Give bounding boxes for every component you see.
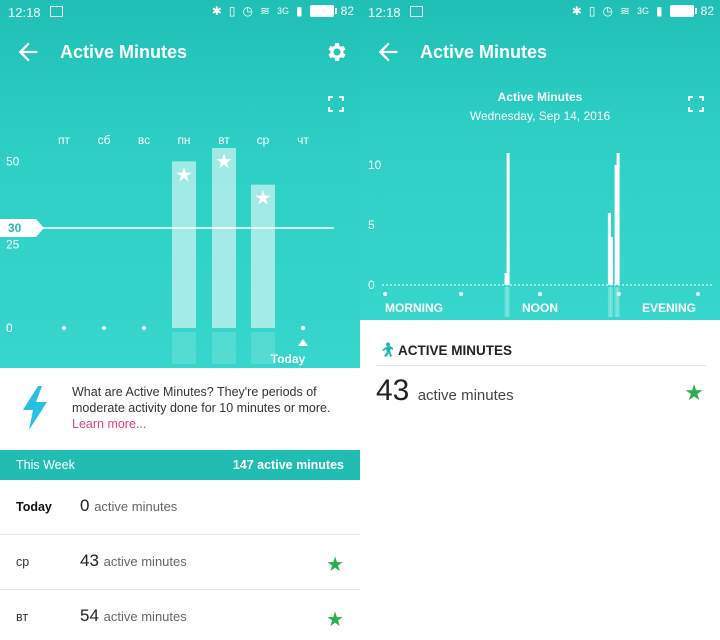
list-item-tue[interactable]: вт 54 active minutes ★ — [0, 590, 360, 640]
zero-dot — [102, 326, 106, 330]
today-label: Today — [271, 352, 306, 366]
week-total: 147 active minutes — [232, 458, 344, 472]
y-tick-label: 0 — [368, 278, 375, 292]
day-label: пт — [58, 133, 70, 147]
axis-dot — [696, 292, 700, 296]
goal-marker — [0, 219, 44, 237]
goal-star-icon: ★ — [326, 609, 344, 631]
zero-dot — [301, 326, 305, 330]
left-screen: 12:18 ✱ ▯ ◷ ≋ 3G ▮ 82 Active Minutes 0 25… — [0, 0, 360, 640]
day-label: ср — [257, 133, 270, 147]
y-tick-label: 0 — [6, 321, 13, 335]
day-label: вс — [138, 133, 150, 147]
day-label: вт — [218, 133, 230, 147]
axis-dot — [459, 292, 463, 296]
goal-label: 30 — [8, 221, 22, 235]
goal-star-icon: ★ — [684, 380, 704, 405]
active-minutes-section: ACTIVE MINUTES — [376, 340, 706, 366]
info-text: What are Active Minutes? They're periods… — [72, 385, 331, 415]
day-label: пн — [177, 133, 190, 147]
row-value: 0 — [80, 496, 90, 515]
lightning-bolt-icon — [23, 386, 47, 430]
row-unit: active minutes — [103, 554, 187, 569]
day-label: сб — [98, 133, 111, 147]
bar-star-icon: ★ — [175, 164, 193, 186]
activity-bar — [609, 237, 613, 285]
y-tick-label: 25 — [6, 238, 20, 252]
axis-dot — [538, 292, 542, 296]
this-week-label: This Week — [16, 458, 75, 472]
learn-more-link[interactable]: Learn more... — [72, 417, 146, 431]
y-tick-label: 5 — [368, 218, 375, 232]
zero-dot — [142, 326, 146, 330]
row-day: Today — [16, 500, 52, 514]
zero-dot — [62, 326, 66, 330]
bar-reflection — [616, 287, 620, 317]
active-minutes-value: 43 — [376, 374, 410, 407]
bar-reflection — [212, 332, 236, 364]
bar-star-icon: ★ — [215, 151, 233, 173]
bar-reflection — [609, 287, 613, 317]
day-label: чт — [297, 133, 309, 147]
row-value: 43 — [80, 551, 99, 570]
y-tick-label: 50 — [6, 154, 20, 168]
active-minutes-unit: active minutes — [417, 387, 514, 404]
bar — [212, 148, 236, 328]
activity-bar — [616, 153, 620, 285]
row-value: 54 — [80, 606, 99, 625]
this-week-header: This Week 147 active minutes — [0, 450, 360, 480]
right-screen: 12:18 ✱ ▯ ◷ ≋ 3G ▮ 82 Active Minutes Act… — [360, 0, 720, 640]
list-item-wed[interactable]: ср 43 active minutes ★ — [0, 535, 360, 590]
info-panel: What are Active Minutes? They're periods… — [0, 368, 360, 450]
goal-star-icon: ★ — [326, 554, 344, 576]
x-axis-label: EVENING — [642, 301, 696, 315]
bar-star-icon: ★ — [254, 188, 272, 210]
list-item-today[interactable]: Today 0 active minutes — [0, 480, 360, 535]
section-label: ACTIVE MINUTES — [398, 343, 513, 358]
row-unit: active minutes — [94, 499, 178, 514]
x-axis-label: NOON — [522, 301, 558, 315]
bar-reflection — [172, 332, 196, 364]
daily-bar-chart: 0 5 10 MORNING NOON EVENING — [368, 153, 712, 317]
x-axis-label: MORNING — [385, 301, 443, 315]
bar-reflection — [506, 287, 510, 317]
axis-dot — [383, 292, 387, 296]
weekly-bar-chart: 0 25 50 пт сб вс пн вт ср чт ★ ★ ★ 30 Today — [0, 133, 334, 366]
runner-icon — [382, 342, 393, 357]
row-day: вт — [16, 610, 29, 624]
row-day: ср — [16, 555, 30, 569]
activity-bar — [506, 153, 510, 285]
axis-dot — [617, 292, 621, 296]
y-tick-label: 10 — [368, 158, 382, 172]
row-unit: active minutes — [103, 609, 187, 624]
today-triangle-icon — [298, 339, 308, 346]
